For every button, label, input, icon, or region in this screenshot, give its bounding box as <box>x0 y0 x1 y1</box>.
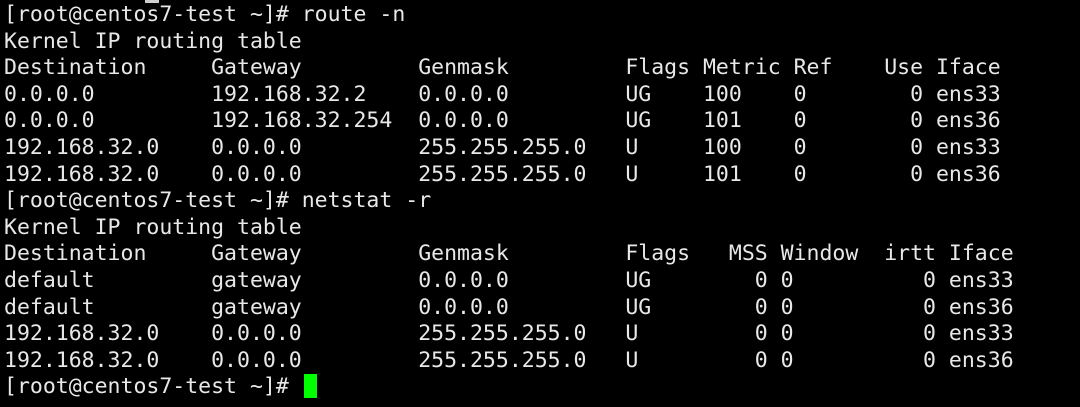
route-table-row: 192.168.32.0 0.0.0.0 255.255.255.0 U 101… <box>4 161 1001 187</box>
netstat-table-row: 192.168.32.0 0.0.0.0 255.255.255.0 U 0 0… <box>4 347 1014 373</box>
command-line-route: [root@centos7-test ~]# route -n <box>4 2 406 27</box>
prompt-text: [root@centos7-test ~]# <box>4 374 302 400</box>
output-title: Kernel IP routing table <box>4 214 302 240</box>
netstat-table-row: default gateway 0.0.0.0 UG 0 0 0 ens36 <box>4 294 1014 320</box>
route-table-header: Destination Gateway Genmask Flags Metric… <box>4 55 1001 81</box>
route-table-row: 192.168.32.0 0.0.0.0 255.255.255.0 U 100… <box>4 134 1001 160</box>
netstat-table-row: 192.168.32.0 0.0.0.0 255.255.255.0 U 0 0… <box>4 321 1014 347</box>
command-prompt-line[interactable]: [root@centos7-test ~]# <box>4 374 1080 401</box>
netstat-table-row: default gateway 0.0.0.0 UG 0 0 0 ens33 <box>4 267 1014 293</box>
netstat-table-header: Destination Gateway Genmask Flags MSS Wi… <box>4 241 1014 267</box>
output-title: Kernel IP routing table <box>4 28 302 54</box>
terminal-window[interactable]: [root@centos7-test ~]# route -n Kernel I… <box>0 0 1080 407</box>
text-cursor <box>303 374 317 399</box>
scroll-edge-mark <box>145 0 159 3</box>
command-line-netstat: [root@centos7-test ~]# netstat -r <box>4 188 432 214</box>
route-table-row: 0.0.0.0 192.168.32.254 0.0.0.0 UG 101 0 … <box>4 108 1001 134</box>
route-table-row: 0.0.0.0 192.168.32.2 0.0.0.0 UG 100 0 0 … <box>4 81 1001 107</box>
